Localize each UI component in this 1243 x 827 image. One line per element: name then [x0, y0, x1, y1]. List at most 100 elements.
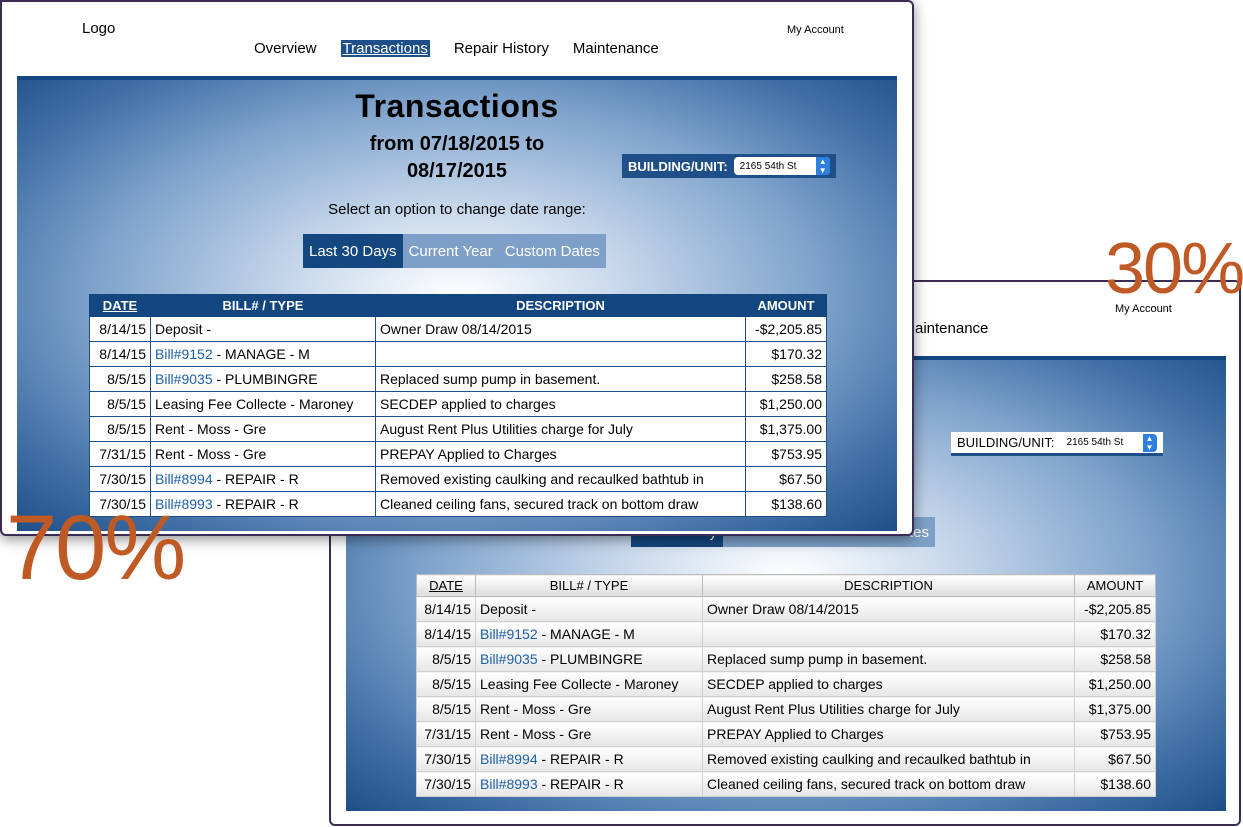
cell-date: 8/5/15	[89, 416, 151, 442]
table-header-row: DATE BILL# / TYPE DESCRIPTION AMOUNT	[89, 294, 827, 317]
column-date[interactable]: DATE	[89, 294, 151, 317]
cell-description	[702, 621, 1075, 647]
cell-date: 8/14/15	[89, 316, 151, 342]
table-row: 8/5/15 Bill#9035 - PLUMBINGRE Replaced sum…	[89, 366, 827, 392]
cell-description: Owner Draw 08/14/2015	[375, 316, 746, 342]
table-row: 7/30/15 Bill#8994 - REPAIR - R Removed exi…	[416, 746, 1156, 772]
cell-date: 8/5/15	[416, 646, 476, 672]
cell-amount: $753.95	[745, 441, 827, 467]
transactions-table: DATE BILL# / TYPE DESCRIPTION AMOUNT 8/1…	[416, 574, 1156, 797]
table-header-row: DATE BILL# / TYPE DESCRIPTION AMOUNT	[416, 574, 1156, 597]
cell-description: SECDEP applied to charges	[375, 391, 746, 417]
cell-amount: $258.58	[1074, 646, 1156, 672]
my-account-link[interactable]: My Account	[787, 24, 844, 36]
building-unit-selector: BUILDING/UNIT: 2165 54th St ▲ ▼	[951, 432, 1163, 456]
table-row: 7/30/15 Bill#8993 - REPAIR - R Cleaned cei…	[89, 491, 827, 517]
cell-bill-type: Leasing Fee Collecte - Maroney	[475, 671, 703, 697]
cell-bill-type: Rent - Moss - Gre	[475, 696, 703, 722]
bill-link[interactable]: Bill#9035	[480, 651, 538, 667]
cell-description	[375, 341, 746, 367]
cell-description: Owner Draw 08/14/2015	[702, 596, 1075, 622]
cell-amount: -$2,205.85	[1074, 596, 1156, 622]
bill-link[interactable]: Bill#8994	[155, 471, 213, 487]
table-row: 8/5/15 Leasing Fee Collecte - Maroney SECD…	[89, 391, 827, 417]
bill-type-text: Rent - Moss - Gre	[480, 726, 592, 742]
thirty-percent-label: 30%	[1105, 229, 1243, 309]
range-custom-dates[interactable]: Custom Dates	[498, 234, 606, 268]
table-row: 7/31/15 Rent - Moss - Gre PREPAY Applied t…	[416, 721, 1156, 747]
cell-description: SECDEP applied to charges	[702, 671, 1075, 697]
cell-description: Cleaned ceiling fans, secured track on b…	[375, 491, 746, 517]
cell-amount: $170.32	[745, 341, 827, 367]
nav-maintenance[interactable]: aintenance	[915, 320, 988, 337]
bill-type-text: - REPAIR - R	[212, 496, 299, 512]
cell-amount: $753.95	[1074, 721, 1156, 747]
main-nav: aintenance	[915, 320, 1012, 337]
cell-date: 7/30/15	[416, 746, 476, 772]
cell-description: PREPAY Applied to Charges	[702, 721, 1075, 747]
nav-repair-history[interactable]: Repair History	[454, 40, 549, 57]
column-date[interactable]: DATE	[416, 574, 476, 597]
bill-type-text: Rent - Moss - Gre	[480, 701, 592, 717]
nav-maintenance[interactable]: Maintenance	[573, 40, 659, 57]
nav-overview[interactable]: Overview	[254, 40, 317, 57]
cell-bill-type: Bill#9035 - PLUMBINGRE	[475, 646, 703, 672]
cell-date: 8/5/15	[416, 671, 476, 697]
cell-date: 8/14/15	[89, 341, 151, 367]
bill-link[interactable]: Bill#9035	[155, 371, 213, 387]
cell-amount: $138.60	[745, 491, 827, 517]
building-unit-label: BUILDING/UNIT:	[957, 435, 1055, 450]
column-bill-type: BILL# / TYPE	[475, 574, 703, 597]
cell-date: 8/5/15	[416, 696, 476, 722]
cell-amount: $67.50	[1074, 746, 1156, 772]
table-row: 8/5/15 Bill#9035 - PLUMBINGRE Replaced sum…	[416, 646, 1156, 672]
cell-description: Removed existing caulking and recaulked …	[702, 746, 1075, 772]
cell-amount: $1,375.00	[1074, 696, 1156, 722]
cell-bill-type: Bill#9035 - PLUMBINGRE	[150, 366, 376, 392]
bill-link[interactable]: Bill#9152	[155, 346, 213, 362]
cell-bill-type: Bill#9152 - MANAGE - M	[475, 621, 703, 647]
column-amount: AMOUNT	[745, 294, 827, 317]
column-description: DESCRIPTION	[702, 574, 1075, 597]
building-unit-dropdown[interactable]: 2165 54th St ▲ ▼	[1060, 433, 1157, 452]
building-unit-selector: BUILDING/UNIT: 2165 54th St ▲ ▼	[622, 154, 836, 178]
date-range-prompt: Select an option to change date range:	[328, 201, 586, 218]
cell-description: Replaced sump pump in basement.	[375, 366, 746, 392]
table-row: 8/5/15 Rent - Moss - Gre August Rent Plus …	[416, 696, 1156, 722]
dropdown-arrows-icon: ▲ ▼	[815, 157, 830, 175]
cell-amount: $1,250.00	[745, 391, 827, 417]
bill-type-text: - REPAIR - R	[212, 471, 299, 487]
seventy-percent-label: 70%	[6, 497, 186, 599]
date-range-options: Last 30 Days Current Year Custom Dates	[303, 234, 606, 268]
bill-link[interactable]: Bill#8993	[480, 776, 538, 792]
cell-description: August Rent Plus Utilities charge for Ju…	[702, 696, 1075, 722]
cell-bill-type: Deposit -	[475, 596, 703, 622]
cell-date: 7/31/15	[89, 441, 151, 467]
logo[interactable]: Logo	[82, 20, 115, 37]
table-row: 8/14/15 Deposit - Owner Draw 08/14/2015 -$2…	[89, 316, 827, 342]
bill-type-text: Leasing Fee Collecte - Maroney	[480, 676, 679, 692]
transactions-table: DATE BILL# / TYPE DESCRIPTION AMOUNT 8/1…	[89, 294, 827, 517]
cell-amount: $1,250.00	[1074, 671, 1156, 697]
table-row: 7/30/15 Bill#8993 - REPAIR - R Cleaned cei…	[416, 771, 1156, 797]
bill-link[interactable]: Bill#9152	[480, 626, 538, 642]
bill-type-text: Deposit -	[480, 601, 537, 617]
window-70-percent: Logo My Account Overview Transactions Re…	[0, 0, 914, 536]
cell-bill-type: Rent - Moss - Gre	[150, 416, 376, 442]
page-title: Transactions	[355, 88, 559, 124]
cell-description: Removed existing caulking and recaulked …	[375, 466, 746, 492]
bill-type-text: - REPAIR - R	[537, 751, 624, 767]
range-last-30-days[interactable]: Last 30 Days	[303, 234, 403, 268]
building-unit-label: BUILDING/UNIT:	[628, 158, 728, 174]
bill-type-text: - PLUMBINGRE	[212, 371, 318, 387]
cell-bill-type: Bill#8993 - REPAIR - R	[150, 491, 376, 517]
cell-bill-type: Bill#9152 - MANAGE - M	[150, 341, 376, 367]
cell-description: Cleaned ceiling fans, secured track on b…	[702, 771, 1075, 797]
building-unit-dropdown[interactable]: 2165 54th St ▲ ▼	[733, 157, 830, 175]
nav-transactions[interactable]: Transactions	[340, 40, 430, 57]
cell-amount: $170.32	[1074, 621, 1156, 647]
bill-link[interactable]: Bill#8994	[480, 751, 538, 767]
transactions-panel: Transactions from 07/18/2015 to 08/17/20…	[17, 76, 897, 531]
range-current-year[interactable]: Current Year	[402, 234, 499, 268]
dropdown-arrows-icon: ▲ ▼	[1142, 433, 1157, 452]
